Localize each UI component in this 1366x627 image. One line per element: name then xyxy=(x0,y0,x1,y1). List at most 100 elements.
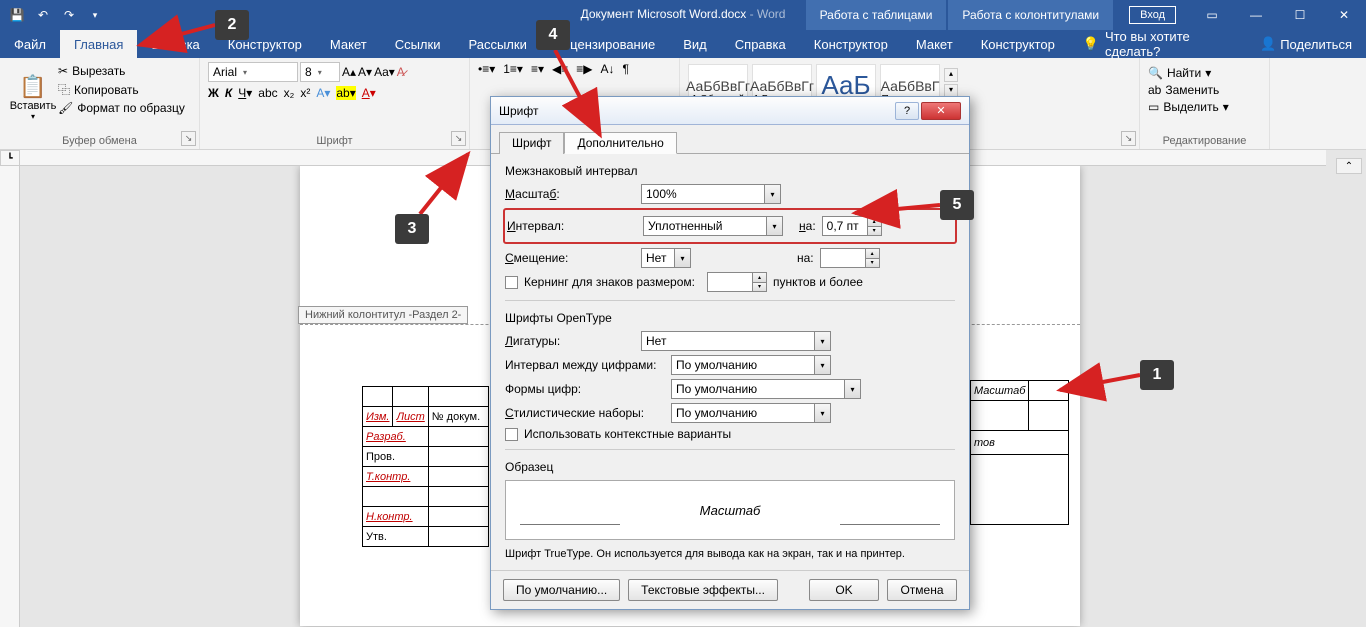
bold-button[interactable]: Ж xyxy=(208,86,219,100)
collapse-ribbon-icon[interactable]: ⌃ xyxy=(1336,158,1362,174)
numbering-icon[interactable]: 1≡▾ xyxy=(503,62,523,76)
tab-header-design[interactable]: Конструктор xyxy=(967,30,1069,58)
set-default-button[interactable]: По умолчанию... xyxy=(503,579,620,601)
spacing-label: Интервал: xyxy=(507,219,637,233)
tab-table-design[interactable]: Конструктор xyxy=(800,30,902,58)
gost-stamp-right[interactable]: Масштаб тов xyxy=(970,380,1069,525)
title-bar: 💾 ↶ ↷ ▾ Документ Microsoft Word.docx - W… xyxy=(0,0,1366,30)
text-effects-button[interactable]: A▾ xyxy=(316,86,330,100)
multilevel-icon[interactable]: ≡▾ xyxy=(531,62,544,76)
cancel-button[interactable]: Отмена xyxy=(887,579,957,601)
subscript-button[interactable]: x₂ xyxy=(284,86,295,100)
callout-3: 3 xyxy=(395,214,429,244)
quick-access-toolbar: 💾 ↶ ↷ ▾ xyxy=(0,0,112,30)
font-name-combo[interactable]: Arial▾ xyxy=(208,62,298,82)
tab-layout[interactable]: Макет xyxy=(316,30,381,58)
paste-button[interactable]: 📋 Вставить ▾ xyxy=(8,62,58,133)
replace-button[interactable]: abЗаменить xyxy=(1148,83,1261,97)
number-spacing-label: Интервал между цифрами: xyxy=(505,358,665,372)
sort-icon[interactable]: A↓ xyxy=(600,62,614,76)
dialog-close-icon[interactable]: ✕ xyxy=(921,102,961,120)
qat-customize-icon[interactable]: ▾ xyxy=(84,4,106,26)
scissors-icon: ✂ xyxy=(58,64,68,78)
text-effects-button[interactable]: Текстовые эффекты... xyxy=(628,579,778,601)
bullets-icon[interactable]: •≡▾ xyxy=(478,62,495,76)
tab-mailings[interactable]: Рассылки xyxy=(454,30,540,58)
ok-button[interactable]: OK xyxy=(809,579,879,601)
font-color-button[interactable]: A▾ xyxy=(362,86,376,100)
ligatures-select[interactable]: Нет▾ xyxy=(641,331,831,351)
contextual-checkbox[interactable] xyxy=(505,428,518,441)
section-character-spacing: Межзнаковый интервал xyxy=(505,164,955,178)
clipboard-launcher[interactable]: ↘ xyxy=(181,131,196,146)
styles-up-icon[interactable]: ▴ xyxy=(944,68,958,82)
kerning-checkbox[interactable] xyxy=(505,276,518,289)
share-button[interactable]: 👤 Поделиться xyxy=(1246,30,1366,58)
strike-button[interactable]: abc xyxy=(258,86,277,100)
underline-button[interactable]: Ч▾ xyxy=(238,86,252,100)
italic-button[interactable]: К xyxy=(225,86,232,100)
group-label-clipboard: Буфер обмена xyxy=(62,135,137,147)
kerning-spin[interactable]: ▴▾ xyxy=(707,272,767,292)
tab-home[interactable]: Главная xyxy=(60,30,137,58)
save-icon[interactable]: 💾 xyxy=(6,4,28,26)
stylistic-sets-select[interactable]: По умолчанию▾ xyxy=(671,403,831,423)
scale-select[interactable]: 100%▾ xyxy=(641,184,781,204)
tell-me-search[interactable]: 💡 Что вы хотите сделать? xyxy=(1069,30,1246,58)
vertical-ruler[interactable] xyxy=(0,166,20,627)
number-spacing-select[interactable]: По умолчанию▾ xyxy=(671,355,831,375)
font-dialog-launcher[interactable]: ↘ xyxy=(451,131,466,146)
spacing-select[interactable]: Уплотненный▾ xyxy=(643,216,783,236)
search-icon: 🔍 xyxy=(1148,66,1163,80)
spacing-by-spin[interactable]: 0,7 пт▴▾ xyxy=(822,216,882,236)
select-button[interactable]: ▭Выделить ▾ xyxy=(1148,100,1261,114)
undo-icon[interactable]: ↶ xyxy=(32,4,54,26)
copy-button[interactable]: ⿻Копировать xyxy=(58,81,185,98)
dialog-titlebar[interactable]: Шрифт ? ✕ xyxy=(491,97,969,125)
show-marks-icon[interactable]: ¶ xyxy=(622,62,628,76)
sign-in-button[interactable]: Вход xyxy=(1129,6,1176,24)
ruler-corner[interactable]: ┗ xyxy=(0,150,20,166)
spacing-by-label: на: xyxy=(799,219,816,233)
find-button[interactable]: 🔍Найти ▾ xyxy=(1148,66,1261,80)
superscript-button[interactable]: x² xyxy=(300,86,310,100)
close-icon[interactable]: ✕ xyxy=(1322,0,1366,30)
change-case-icon[interactable]: Aa▾ xyxy=(374,65,395,79)
number-forms-select[interactable]: По умолчанию▾ xyxy=(671,379,861,399)
contextual-tab-tables[interactable]: Работа с таблицами xyxy=(806,0,947,30)
callout-5: 5 xyxy=(940,190,974,220)
gost-stamp-left[interactable]: Изм.Лист№ докум. Разраб. Пров. Т.контр. … xyxy=(362,386,489,547)
tab-file[interactable]: Файл xyxy=(0,30,60,58)
tab-view[interactable]: Вид xyxy=(669,30,721,58)
format-painter-button[interactable]: 🖌Формат по образцу xyxy=(58,101,185,115)
section-preview: Образец xyxy=(505,460,955,474)
dialog-tab-advanced[interactable]: Дополнительно xyxy=(564,132,676,154)
dialog-help-icon[interactable]: ? xyxy=(895,102,919,120)
ribbon-options-icon[interactable]: ▭ xyxy=(1190,0,1234,30)
contextual-tab-headers[interactable]: Работа с колонтитулами xyxy=(948,0,1113,30)
tab-insert[interactable]: Вставка xyxy=(137,30,213,58)
redo-icon[interactable]: ↷ xyxy=(58,4,80,26)
dialog-tab-font[interactable]: Шрифт xyxy=(499,132,564,154)
cut-button[interactable]: ✂Вырезать xyxy=(58,64,185,78)
maximize-icon[interactable]: ☐ xyxy=(1278,0,1322,30)
position-select[interactable]: Нет▾ xyxy=(641,248,691,268)
outdent-icon[interactable]: ◀≡ xyxy=(552,62,568,76)
group-label-font: Шрифт xyxy=(316,135,352,147)
replace-icon: ab xyxy=(1148,83,1161,97)
shrink-font-icon[interactable]: A▾ xyxy=(358,65,372,79)
clear-format-icon[interactable]: A̷ xyxy=(397,65,405,79)
minimize-icon[interactable]: — xyxy=(1234,0,1278,30)
tab-help[interactable]: Справка xyxy=(721,30,800,58)
cursor-icon: ▭ xyxy=(1148,100,1159,114)
tab-table-layout[interactable]: Макет xyxy=(902,30,967,58)
styles-launcher[interactable]: ↘ xyxy=(1121,131,1136,146)
copy-icon: ⿻ xyxy=(58,81,70,98)
grow-font-icon[interactable]: A▴ xyxy=(342,65,356,79)
indent-icon[interactable]: ≡▶ xyxy=(576,62,592,76)
tab-references[interactable]: Ссылки xyxy=(381,30,455,58)
highlight-button[interactable]: ab▾ xyxy=(336,86,355,100)
position-by-spin[interactable]: ▴▾ xyxy=(820,248,880,268)
position-by-label: на: xyxy=(797,251,814,265)
font-size-combo[interactable]: 8▾ xyxy=(300,62,340,82)
